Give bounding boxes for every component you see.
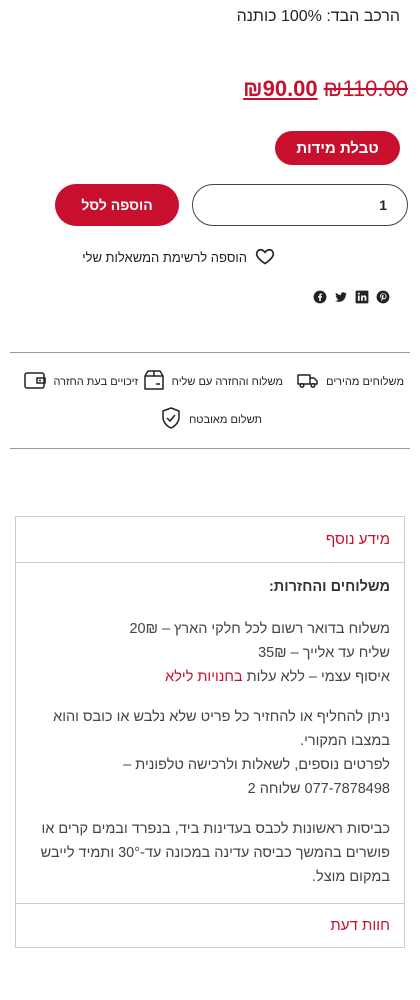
box-icon — [142, 368, 166, 395]
feature-shipping-returns: משלוח והחזרה עם שליח — [142, 368, 283, 395]
truck-icon — [296, 368, 320, 395]
feature-fast-shipping-label: משלוחים מהירים — [326, 375, 404, 388]
price: ₪110.00 ₪90.00 — [243, 76, 408, 102]
return-text: ניתן להחליף או להחזיר כל פריט שלא נלבש א… — [53, 709, 390, 749]
shipping-line: משלוח בדואר רשום לכל חלקי הארץ – 20₪ — [129, 621, 390, 637]
shipping-title: משלוחים והחזרות: — [268, 579, 390, 595]
feature-shipping-returns-label: משלוח והחזרה עם שליח — [171, 375, 283, 388]
sale-price: ₪90.00 — [243, 76, 318, 101]
divider — [10, 352, 410, 353]
old-price: ₪110.00 — [323, 76, 408, 101]
feature-fast-shipping: משלוחים מהירים — [296, 368, 404, 395]
tab-reviews[interactable]: חוות דעת — [16, 903, 404, 947]
tab-additional-info[interactable]: מידע נוסף — [16, 517, 404, 563]
returns-policy: ניתן להחליף או להחזיר כל פריט שלא נלבש א… — [30, 705, 390, 801]
feature-credit-return: זיכויים בעת החזרה — [23, 368, 138, 395]
facebook-icon[interactable] — [313, 290, 327, 304]
quantity-value: 1 — [379, 197, 387, 213]
additional-info-panel: מידע נוסף משלוחים והחזרות: משלוח בדואר ר… — [15, 516, 405, 948]
phone-number: 077-7878498 שלוחה 2 — [247, 781, 390, 797]
additional-info-content: משלוחים והחזרות: משלוח בדואר רשום לכל חל… — [16, 563, 404, 889]
stores-link[interactable]: בחנויות לילא — [165, 669, 242, 685]
wishlist-label: הוספה לרשימת המשאלות שלי — [82, 250, 247, 265]
wash-instructions: כביסות ראשונות לכבס בעדינות ביד, בנפרד ו… — [40, 821, 390, 885]
wallet-icon — [23, 368, 47, 395]
share-links — [313, 290, 390, 304]
feature-credit-return-label: זיכויים בעת החזרה — [53, 375, 138, 388]
linkedin-icon[interactable] — [355, 290, 369, 304]
heart-icon — [255, 246, 275, 269]
add-to-wishlist[interactable]: הוספה לרשימת המשאלות שלי — [82, 246, 275, 269]
shield-check-icon — [159, 406, 183, 433]
size-chart-button[interactable]: טבלת מידות — [275, 131, 400, 165]
divider — [10, 448, 410, 449]
feature-secure-payment: תשלום מאובטח — [159, 406, 262, 433]
pinterest-icon[interactable] — [376, 290, 390, 304]
quantity-input[interactable]: 1 — [192, 184, 408, 226]
fabric-composition: הרכב הבד: 100% כותנה — [236, 8, 400, 25]
more-info-text: לפרטים נוספים, לשאלות ולרכישה טלפונית – — [123, 757, 390, 773]
twitter-icon[interactable] — [334, 290, 348, 304]
shipping-options: משלוח בדואר רשום לכל חלקי הארץ – 20₪ שלי… — [30, 617, 390, 689]
shipping-line: שליח עד אלייך – 35₪ — [258, 645, 390, 661]
feature-secure-payment-label: תשלום מאובטח — [189, 413, 262, 426]
add-to-cart-button[interactable]: הוספה לסל — [55, 184, 179, 226]
shipping-line: איסוף עצמי – ללא עלות — [242, 669, 390, 685]
